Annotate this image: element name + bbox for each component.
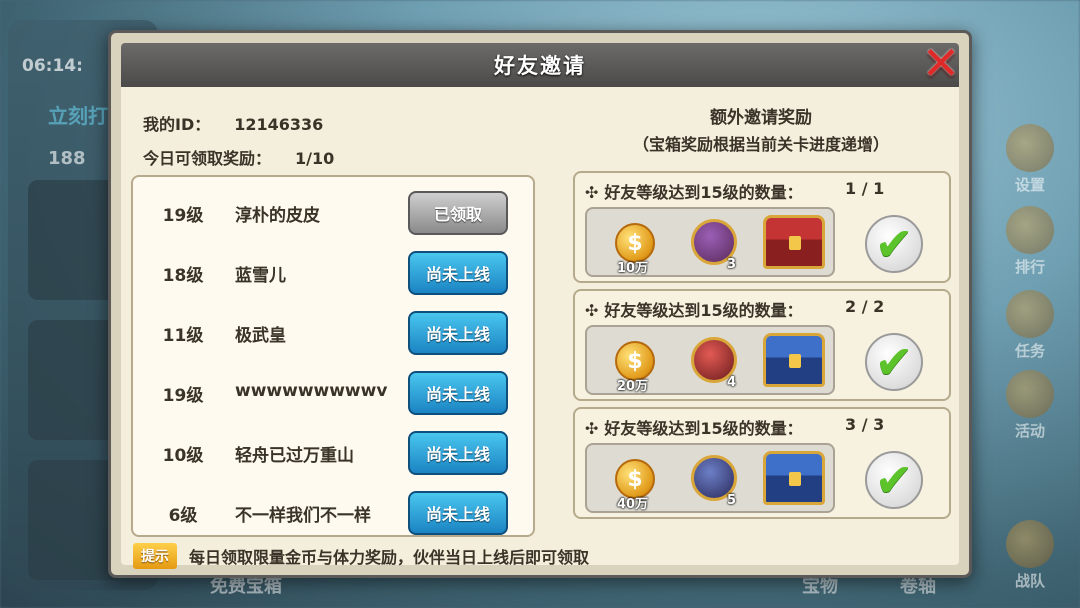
dialog-title-bar: 好友邀请 bbox=[121, 43, 959, 87]
reward-tier: ✣ 好友等级达到15级的数量： 1 / 1 $ 10万 3 ✔ bbox=[573, 171, 951, 283]
not-online-button[interactable]: 尚未上线 bbox=[408, 371, 508, 415]
gem-count: 188 bbox=[48, 148, 86, 169]
not-online-button[interactable]: 尚未上线 bbox=[408, 491, 508, 535]
friend-name: 不一样我们不一样 bbox=[235, 506, 371, 526]
treasure-chest-icon bbox=[763, 333, 825, 387]
reward-progress: 1 / 1 bbox=[845, 179, 885, 198]
reward-progress: 2 / 2 bbox=[845, 297, 885, 316]
not-online-button[interactable]: 尚未上线 bbox=[408, 251, 508, 295]
close-button[interactable]: ✕ bbox=[919, 36, 963, 90]
friend-row: 11级 极武皇 尚未上线 bbox=[133, 299, 533, 359]
hero-count: 5 bbox=[727, 493, 737, 508]
checkmark-icon: ✔ bbox=[865, 333, 923, 391]
not-online-button[interactable]: 尚未上线 bbox=[408, 431, 508, 475]
friend-level: 18级 bbox=[162, 266, 204, 286]
clover-icon: ✣ bbox=[585, 183, 599, 202]
friend-level: 19级 bbox=[162, 206, 204, 226]
friend-row: 19级 淳朴的皮皮 已领取 bbox=[133, 179, 533, 239]
clover-icon: ✣ bbox=[585, 301, 599, 320]
reward-requirement: ✣ 好友等级达到15级的数量： bbox=[585, 183, 803, 202]
daily-reward-value: 1/10 bbox=[295, 149, 335, 168]
my-id-label: 我的ID： bbox=[143, 115, 211, 134]
coin-amount: 40万 bbox=[617, 497, 649, 512]
extra-reward-title: 额外邀请奖励 bbox=[710, 108, 812, 128]
treasure-chest-icon bbox=[763, 215, 825, 269]
friend-level: 6级 bbox=[168, 506, 198, 526]
friend-row: 10级 轻舟已过万重山 尚未上线 bbox=[133, 419, 533, 479]
friend-name: wwwwwwwwwv bbox=[235, 381, 388, 401]
events-button[interactable]: 活动 bbox=[1000, 370, 1060, 441]
friend-level: 19级 bbox=[162, 386, 204, 406]
reward-tier: ✣ 好友等级达到15级的数量： 3 / 3 $ 40万 5 ✔ bbox=[573, 407, 951, 519]
daily-reward-row: 今日可领取奖励： 1/10 bbox=[143, 145, 334, 169]
hero-count: 4 bbox=[727, 375, 737, 390]
hero-count: 3 bbox=[727, 257, 737, 272]
tip-badge: 提示 bbox=[133, 543, 177, 569]
dialog-body: 好友邀请 ✕ 我的ID： 12146336 今日可领取奖励： 1/10 19级 淳朴… bbox=[121, 40, 960, 569]
claimed-button[interactable]: 已领取 bbox=[408, 191, 508, 235]
extra-reward-subtitle: （宝箱奖励根据当前关卡进度递增） bbox=[632, 135, 889, 154]
friend-list[interactable]: 19级 淳朴的皮皮 已领取 18级 蓝雪儿 尚未上线 11级 极武皇 尚未上线 … bbox=[131, 175, 535, 537]
tip-bar: 提示 每日领取限量金币与体力奖励，伙伴当日上线后即可领取 bbox=[133, 543, 589, 569]
scroll-icon bbox=[1006, 290, 1054, 338]
gear-icon bbox=[1006, 124, 1054, 172]
friend-name: 极武皇 bbox=[235, 326, 286, 346]
friend-name: 淳朴的皮皮 bbox=[235, 206, 320, 226]
friend-level: 10级 bbox=[162, 446, 204, 466]
checkmark-icon: ✔ bbox=[865, 451, 923, 509]
helmet-icon bbox=[1006, 520, 1054, 568]
close-icon: ✕ bbox=[921, 36, 961, 90]
coin-amount: 10万 bbox=[617, 261, 649, 276]
clover-icon: ✣ bbox=[585, 419, 599, 438]
friend-row: 6级 不一样我们不一样 尚未上线 bbox=[133, 479, 533, 535]
dialog-title: 好友邀请 bbox=[494, 54, 586, 78]
reward-items: $ 40万 5 bbox=[585, 443, 835, 513]
tasks-button[interactable]: 任务 bbox=[1000, 290, 1060, 361]
friend-row: 19级 wwwwwwwwwv 尚未上线 bbox=[133, 359, 533, 419]
tip-text: 每日领取限量金币与体力奖励，伙伴当日上线后即可领取 bbox=[189, 548, 590, 567]
reward-items: $ 10万 3 bbox=[585, 207, 835, 277]
friend-name: 蓝雪儿 bbox=[235, 266, 286, 286]
my-id-value: 12146336 bbox=[234, 115, 324, 134]
my-id-row: 我的ID： 12146336 bbox=[143, 111, 323, 135]
chest-timer: 06:14: bbox=[22, 56, 83, 76]
reward-tier: ✣ 好友等级达到15级的数量： 2 / 2 $ 20万 4 ✔ bbox=[573, 289, 951, 401]
not-online-button[interactable]: 尚未上线 bbox=[408, 311, 508, 355]
checkmark-icon: ✔ bbox=[865, 215, 923, 273]
reward-requirement: ✣ 好友等级达到15级的数量： bbox=[585, 301, 803, 320]
ranking-button[interactable]: 排行 bbox=[1000, 206, 1060, 277]
team-button[interactable]: 战队 bbox=[1000, 520, 1060, 591]
reward-progress: 3 / 3 bbox=[845, 415, 885, 434]
coin-amount: 20万 bbox=[617, 379, 649, 394]
friend-level: 11级 bbox=[162, 326, 204, 346]
settings-button[interactable]: 设置 bbox=[1000, 124, 1060, 195]
reward-items: $ 20万 4 bbox=[585, 325, 835, 395]
daily-reward-label: 今日可领取奖励： bbox=[143, 149, 272, 168]
treasure-chest-icon bbox=[763, 451, 825, 505]
friend-name: 轻舟已过万重山 bbox=[235, 446, 354, 466]
friend-row: 18级 蓝雪儿 尚未上线 bbox=[133, 239, 533, 299]
bell-icon bbox=[1006, 370, 1054, 418]
friend-invite-dialog: 好友邀请 ✕ 我的ID： 12146336 今日可领取奖励： 1/10 19级 淳朴… bbox=[108, 30, 972, 578]
reward-requirement: ✣ 好友等级达到15级的数量： bbox=[585, 419, 803, 438]
trophy-icon bbox=[1006, 206, 1054, 254]
